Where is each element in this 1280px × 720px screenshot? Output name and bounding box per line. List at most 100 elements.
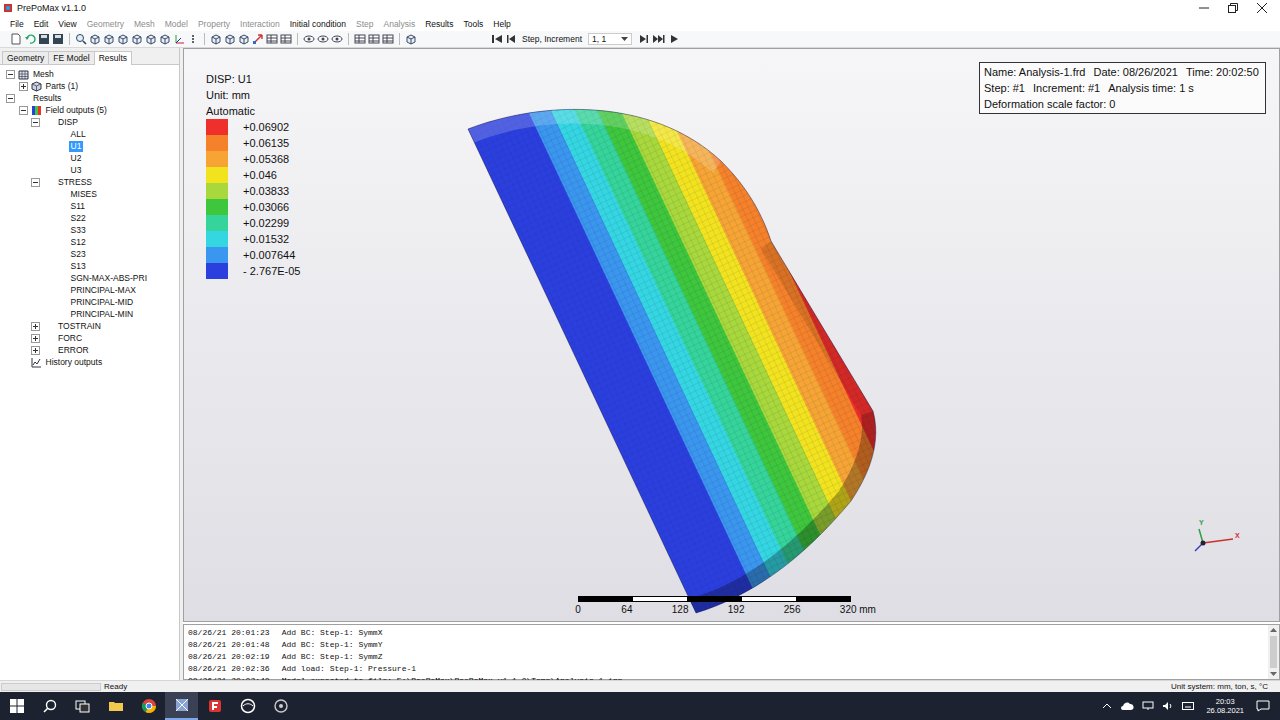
dots-icon[interactable]: [187, 33, 199, 45]
page-icon[interactable]: [10, 33, 22, 45]
start-taskbar-button[interactable]: [0, 692, 33, 720]
play-animation-icon[interactable]: [668, 33, 680, 45]
search-taskbar-button[interactable]: [33, 692, 66, 720]
eye-icon[interactable]: [317, 33, 329, 45]
tree-tab[interactable]: Results: [94, 51, 132, 65]
network-icon[interactable]: [1142, 701, 1154, 711]
tree-item[interactable]: S13: [0, 260, 179, 272]
expand-icon[interactable]: [31, 322, 40, 331]
zoom-icon[interactable]: [75, 33, 87, 45]
previous-increment-icon[interactable]: [505, 33, 517, 45]
tree-item[interactable]: Parts (1): [0, 80, 179, 92]
folder-taskbar-button[interactable]: [99, 692, 132, 720]
fe-model-contour[interactable]: [184, 49, 1280, 622]
minimize-button[interactable]: [1189, 0, 1218, 16]
axis-icon[interactable]: [173, 33, 185, 45]
eye-icon[interactable]: [331, 33, 343, 45]
tree-tab[interactable]: FE Model: [48, 51, 94, 64]
menu-item[interactable]: Tools: [458, 19, 488, 29]
cube-icon[interactable]: [89, 33, 101, 45]
eye-icon[interactable]: [303, 33, 315, 45]
first-increment-icon[interactable]: [491, 33, 503, 45]
tree-item[interactable]: Mesh: [0, 68, 179, 80]
cube-icon[interactable]: [145, 33, 157, 45]
cube-icon[interactable]: [238, 33, 250, 45]
circle-taskbar-button[interactable]: [264, 692, 297, 720]
ppm-taskbar-button[interactable]: [165, 692, 198, 720]
tree-item[interactable]: Results: [0, 92, 179, 104]
tree-item[interactable]: Field outputs (5): [0, 104, 179, 116]
tree-item[interactable]: S22: [0, 212, 179, 224]
grid-icon[interactable]: [382, 33, 394, 45]
tree-tab[interactable]: Geometry: [2, 51, 49, 64]
collapse-icon[interactable]: [31, 178, 40, 187]
tree-item[interactable]: U2: [0, 152, 179, 164]
collapse-icon[interactable]: [6, 94, 15, 103]
scroll-up-icon[interactable]: [1269, 626, 1278, 634]
volume-icon[interactable]: [1162, 701, 1174, 711]
disk-icon[interactable]: [38, 33, 50, 45]
collapse-icon[interactable]: [19, 106, 28, 115]
tree-item[interactable]: MISES: [0, 188, 179, 200]
last-increment-icon[interactable]: [652, 33, 666, 45]
tree-item[interactable]: S33: [0, 224, 179, 236]
tree-item[interactable]: DISP: [0, 116, 179, 128]
clock[interactable]: 20:0326.08.2021: [1202, 697, 1248, 715]
undo-icon[interactable]: [24, 33, 36, 45]
next-increment-icon[interactable]: [638, 33, 650, 45]
menu-item[interactable]: Results: [420, 19, 458, 29]
tree-item[interactable]: U3: [0, 164, 179, 176]
grid-icon[interactable]: [280, 33, 292, 45]
red-taskbar-button[interactable]: [198, 692, 231, 720]
tree-item[interactable]: S11: [0, 200, 179, 212]
tree-item[interactable]: PRINCIPAL-MIN: [0, 308, 179, 320]
collapse-icon[interactable]: [31, 118, 40, 127]
step-increment-dropdown[interactable]: 1, 1: [588, 33, 632, 45]
expand-icon[interactable]: [31, 346, 40, 355]
menu-item[interactable]: View: [53, 19, 81, 29]
cube-icon[interactable]: [159, 33, 171, 45]
tree-item[interactable]: ERROR: [0, 344, 179, 356]
grid-icon[interactable]: [266, 33, 278, 45]
menu-item[interactable]: File: [5, 19, 29, 29]
expand-icon[interactable]: [31, 334, 40, 343]
disk-icon[interactable]: [52, 33, 64, 45]
tree-item[interactable]: PRINCIPAL-MID: [0, 296, 179, 308]
tree-item[interactable]: TOSTRAIN: [0, 320, 179, 332]
tree-item[interactable]: U1: [0, 140, 179, 152]
menu-item[interactable]: Initial condition: [285, 19, 351, 29]
cube-icon[interactable]: [224, 33, 236, 45]
expand-icon[interactable]: [19, 82, 28, 91]
tree-item[interactable]: History outputs: [0, 356, 179, 368]
scroll-down-icon[interactable]: [1269, 670, 1278, 678]
cube-icon[interactable]: [117, 33, 129, 45]
menu-item[interactable]: Help: [488, 19, 515, 29]
log-scrollbar[interactable]: [1268, 625, 1279, 679]
tree-item[interactable]: SGN-MAX-ABS-PRI: [0, 272, 179, 284]
tree-item[interactable]: FORC: [0, 332, 179, 344]
tree-item[interactable]: STRESS: [0, 176, 179, 188]
arrow-icon[interactable]: [252, 33, 264, 45]
restore-button[interactable]: [1218, 0, 1247, 16]
cube-icon[interactable]: [210, 33, 222, 45]
show-hidden-icon[interactable]: [1102, 701, 1112, 711]
tree-item[interactable]: PRINCIPAL-MAX: [0, 284, 179, 296]
graphics-viewport[interactable]: DISP: U1Unit: mmAutomatic+0.06902+0.0613…: [183, 48, 1280, 622]
cube-icon[interactable]: [103, 33, 115, 45]
close-button[interactable]: [1247, 0, 1276, 16]
cube-icon[interactable]: [131, 33, 143, 45]
tree-item[interactable]: ALL: [0, 128, 179, 140]
grid-icon[interactable]: [354, 33, 366, 45]
collapse-icon[interactable]: [6, 70, 15, 79]
sphere-taskbar-button[interactable]: [231, 692, 264, 720]
menu-item[interactable]: Edit: [29, 19, 54, 29]
tree-item[interactable]: S23: [0, 248, 179, 260]
tree-item[interactable]: S12: [0, 236, 179, 248]
tasks-taskbar-button[interactable]: [66, 692, 99, 720]
keyboard-icon[interactable]: [1182, 701, 1194, 711]
notifications-icon[interactable]: [1256, 700, 1270, 712]
chrome-taskbar-button[interactable]: [132, 692, 165, 720]
cloud-icon[interactable]: [1120, 701, 1134, 711]
cube-icon[interactable]: [405, 33, 417, 45]
grid-icon[interactable]: [368, 33, 380, 45]
